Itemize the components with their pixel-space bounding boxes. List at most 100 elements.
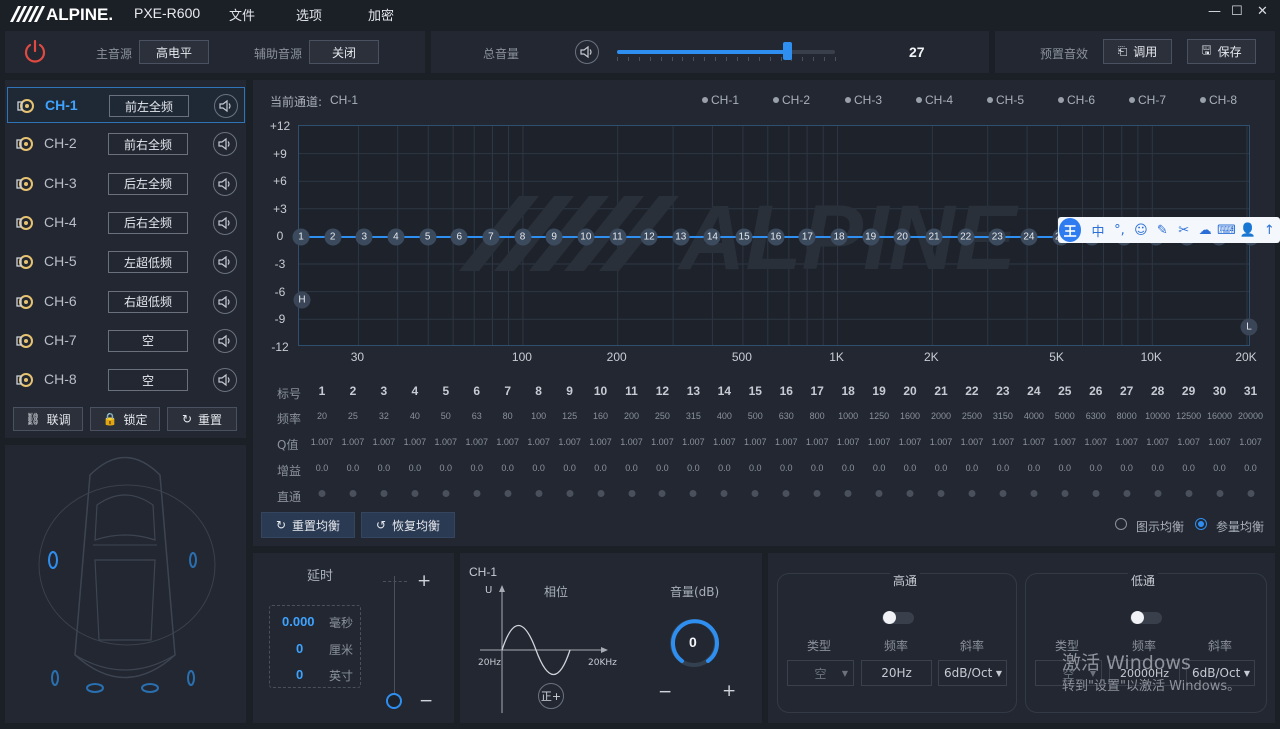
delay-cm-value[interactable]: 0: [296, 641, 303, 656]
band-q[interactable]: 1.007: [404, 437, 427, 447]
band-freq[interactable]: 20000: [1238, 411, 1263, 421]
channel-row[interactable]: CH-7 空: [7, 323, 245, 359]
band-gain[interactable]: 0.0: [749, 463, 762, 473]
band-gain[interactable]: 0.0: [1028, 463, 1041, 473]
ime-punctuation-icon[interactable]: °,: [1109, 223, 1130, 238]
band-q[interactable]: 1.007: [311, 437, 334, 447]
channel-mute-icon[interactable]: [213, 368, 237, 393]
band-freq[interactable]: 1600: [900, 411, 920, 421]
band-gain[interactable]: 0.0: [656, 463, 669, 473]
delay-slider-track[interactable]: [394, 576, 395, 706]
recall-button[interactable]: ⎗ 调用: [1103, 39, 1172, 64]
band-gain[interactable]: 0.0: [966, 463, 979, 473]
eq-band-node[interactable]: 24: [1020, 228, 1038, 246]
channel-mute-icon[interactable]: [213, 289, 237, 314]
eq-band-node[interactable]: 12: [640, 228, 658, 246]
band-bypass-toggle[interactable]: [442, 490, 450, 497]
band-bypass-toggle[interactable]: [628, 490, 635, 497]
master-volume-knob[interactable]: [783, 42, 793, 60]
ime-more-icon[interactable]: ↑: [1259, 223, 1280, 238]
link-button[interactable]: ⛓ 联调: [13, 407, 83, 431]
band-q[interactable]: 1.007: [713, 437, 736, 447]
master-volume-track[interactable]: [617, 50, 835, 54]
menu-encrypt[interactable]: 加密: [368, 5, 394, 24]
band-bypass-toggle[interactable]: [782, 490, 790, 497]
level-plus-button[interactable]: +: [722, 681, 736, 701]
ime-emoji-icon[interactable]: ☺: [1130, 223, 1151, 238]
ime-user-icon[interactable]: 👤: [1237, 223, 1258, 238]
lock-button[interactable]: 🔒 锁定: [90, 407, 160, 431]
eq-band-node[interactable]: 19: [862, 228, 880, 246]
restore-eq-button[interactable]: ↺ 恢复均衡: [361, 512, 455, 538]
highpass-slope-select[interactable]: 6dB/Oct ▼: [938, 660, 1007, 686]
band-q[interactable]: 1.007: [435, 437, 458, 447]
highpass-toggle[interactable]: [882, 611, 914, 624]
band-q[interactable]: 1.007: [558, 437, 581, 447]
band-bypass-toggle[interactable]: [751, 490, 759, 497]
legend-item[interactable]: CH-7: [1129, 93, 1166, 107]
band-gain[interactable]: 0.0: [780, 463, 793, 473]
legend-item[interactable]: CH-6: [1058, 93, 1095, 107]
band-bypass-toggle[interactable]: [535, 490, 543, 497]
channel-row[interactable]: CH-5 左超低频: [7, 244, 245, 280]
band-q[interactable]: 1.007: [1239, 437, 1262, 447]
lowpass-toggle[interactable]: [1130, 611, 1162, 624]
eq-band-node[interactable]: 10: [577, 228, 595, 246]
band-bypass-toggle[interactable]: [999, 490, 1007, 497]
band-bypass-toggle[interactable]: [720, 490, 728, 497]
menu-file[interactable]: 文件: [229, 5, 255, 24]
eq-band-node[interactable]: 8: [514, 228, 532, 246]
highpass-freq-input[interactable]: 20Hz: [861, 660, 932, 686]
level-minus-button[interactable]: −: [658, 682, 672, 702]
eq-band-node[interactable]: 15: [735, 228, 753, 246]
eq-band-node[interactable]: 13: [672, 228, 690, 246]
band-bypass-toggle[interactable]: [906, 490, 914, 497]
band-bypass-toggle[interactable]: [968, 490, 976, 497]
band-q[interactable]: 1.007: [373, 437, 396, 447]
power-icon[interactable]: [22, 39, 48, 65]
legend-item[interactable]: CH-3: [845, 93, 882, 107]
band-gain[interactable]: 0.0: [1089, 463, 1102, 473]
band-q[interactable]: 1.007: [930, 437, 953, 447]
band-q[interactable]: 1.007: [465, 437, 488, 447]
band-gain[interactable]: 0.0: [842, 463, 855, 473]
band-bypass-toggle[interactable]: [658, 490, 666, 497]
band-freq[interactable]: 200: [624, 411, 639, 421]
reset-channel-button[interactable]: ↻ 重置: [167, 407, 237, 431]
band-bypass-toggle[interactable]: [1123, 490, 1131, 497]
band-gain[interactable]: 0.0: [594, 463, 607, 473]
band-freq[interactable]: 25: [348, 411, 358, 421]
band-freq[interactable]: 160: [593, 411, 608, 421]
band-bypass-toggle[interactable]: [689, 490, 697, 497]
eq-band-node[interactable]: 16: [767, 228, 785, 246]
channel-assign-select[interactable]: 后右全频: [108, 211, 188, 234]
band-q[interactable]: 1.007: [496, 437, 519, 447]
ime-keyboard-icon[interactable]: ⌨: [1216, 223, 1237, 238]
band-freq[interactable]: 400: [717, 411, 732, 421]
band-gain[interactable]: 0.0: [935, 463, 948, 473]
legend-item[interactable]: CH-1: [702, 93, 739, 107]
eq-band-node[interactable]: 6: [450, 228, 468, 246]
ime-toolbar[interactable]: 王 中 °, ☺ ✎ ✂ ☁ ⌨ 👤 ↑: [1058, 217, 1280, 243]
close-icon[interactable]: ✕: [1257, 4, 1268, 19]
maximize-icon[interactable]: ☐: [1231, 4, 1243, 19]
ime-mode-icon[interactable]: 中: [1087, 221, 1108, 240]
band-freq[interactable]: 40: [410, 411, 420, 421]
channel-assign-select[interactable]: 空: [108, 329, 188, 352]
band-bypass-toggle[interactable]: [411, 490, 419, 497]
legend-item[interactable]: CH-5: [987, 93, 1024, 107]
band-gain[interactable]: 0.0: [997, 463, 1010, 473]
channel-mute-icon[interactable]: [214, 94, 238, 118]
band-q[interactable]: 1.007: [806, 437, 829, 447]
band-bypass-toggle[interactable]: [844, 490, 852, 497]
channel-row[interactable]: CH-1 前左全频: [7, 87, 245, 123]
channel-assign-select[interactable]: 空: [108, 369, 188, 392]
channel-row[interactable]: CH-4 后右全频: [7, 205, 245, 241]
band-gain[interactable]: 0.0: [1182, 463, 1195, 473]
channel-mute-icon[interactable]: [213, 132, 237, 157]
band-freq[interactable]: 8000: [1117, 411, 1137, 421]
band-bypass-toggle[interactable]: [473, 490, 481, 497]
band-q[interactable]: 1.007: [992, 437, 1015, 447]
eq-band-node[interactable]: 22: [957, 228, 975, 246]
band-q[interactable]: 1.007: [775, 437, 798, 447]
